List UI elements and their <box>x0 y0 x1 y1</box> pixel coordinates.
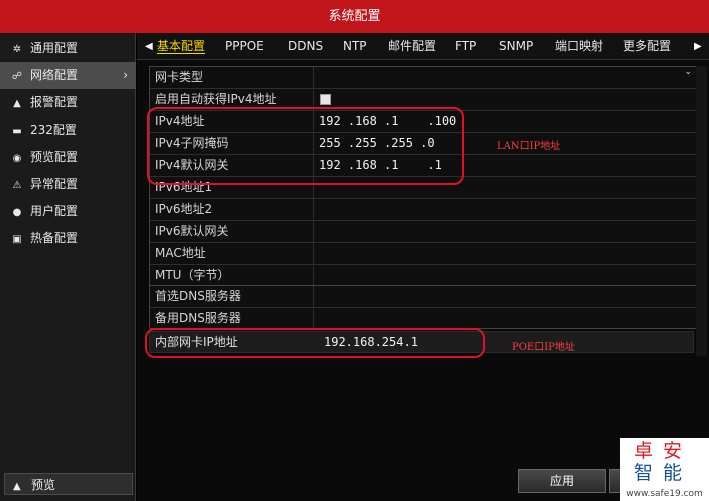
gear-icon: ✲ <box>12 44 22 55</box>
chevron-down-icon[interactable]: ⌄ <box>684 67 692 77</box>
tab-scroll-right-icon[interactable]: ▶ <box>694 33 702 60</box>
ipv6-address2-row: IPv6地址2 <box>150 199 698 221</box>
mtu-row: MTU（字节） <box>150 265 698 287</box>
ipv6-address2-label: IPv6地址2 <box>155 202 213 216</box>
users-icon: ● <box>12 207 22 218</box>
mac-row: MAC地址 <box>150 243 698 265</box>
network-icon: ☍ <box>11 71 23 82</box>
dns-panel: 首选DNS服务器 备用DNS服务器 <box>149 285 699 329</box>
sidebar-item-label: 报警配置 <box>30 95 79 109</box>
nic-type-label: 网卡类型 <box>155 70 204 84</box>
preview-button[interactable]: ▲ 预览 <box>4 473 133 495</box>
mtu-label: MTU（字节） <box>155 268 230 282</box>
dns-primary-row: 首选DNS服务器 <box>150 286 698 308</box>
watermark-line2: 智能 <box>634 462 693 484</box>
sidebar-item-label: 预览配置 <box>30 150 79 164</box>
ipv6-address2-input[interactable] <box>313 199 698 220</box>
watermark-logo: 卓安 智能 www.safe19.com <box>620 438 709 501</box>
dns-secondary-row: 备用DNS服务器 <box>150 308 698 330</box>
sidebar-item-exception[interactable]: ⚠ 异常配置 <box>0 171 136 198</box>
hotspare-icon: ▣ <box>12 234 22 245</box>
form-scrollbar[interactable] <box>696 66 707 356</box>
tab-basic[interactable]: 基本配置 <box>157 33 205 60</box>
window-title: 系统配置 <box>0 0 709 33</box>
poe-annotation: POE口IP地址 <box>512 342 575 353</box>
tab-more[interactable]: 更多配置 <box>623 33 671 60</box>
ipv6-gateway-input[interactable] <box>313 221 698 242</box>
sidebar-item-hotspare[interactable]: ▣ 热备配置 <box>0 225 136 252</box>
sidebar-item-alarm[interactable]: ▲ 报警配置 <box>0 89 136 116</box>
tab-pppoe[interactable]: PPPOE <box>225 33 264 60</box>
alarm-icon: ▲ <box>13 98 21 109</box>
sidebar-item-label: 热备配置 <box>30 231 79 245</box>
dns-secondary-input[interactable] <box>313 308 698 329</box>
sidebar-item-preview[interactable]: ◉ 预览配置 <box>0 144 136 171</box>
apply-button[interactable]: 应用 <box>518 469 606 493</box>
warning-icon: ⚠ <box>12 180 22 191</box>
mtu-input[interactable] <box>313 265 698 286</box>
watermark-url: www.safe19.com <box>626 489 703 499</box>
nic-type-row: 网卡类型 ⌄ <box>150 67 698 89</box>
watermark-text: 卓安 智能 <box>634 440 704 484</box>
sidebar: ✲ 通用配置 ☍ 网络配置 › ▲ 报警配置 ▬ 232配置 ◉ 预览配置 ⚠ 异常配置 ●… <box>0 33 136 501</box>
dns-secondary-label: 备用DNS服务器 <box>155 311 241 325</box>
chevron-right-icon: › <box>123 68 128 82</box>
tab-bar: ◀ 基本配置 PPPOE DDNS NTP 邮件配置 FTP SNMP 端口映射… <box>137 33 709 60</box>
sidebar-item-label: 通用配置 <box>30 41 79 55</box>
lan-annotation: LAN口IP地址 <box>497 141 561 152</box>
sidebar-item-label: 网络配置 <box>30 68 79 82</box>
sidebar-item-network[interactable]: ☍ 网络配置 › <box>0 62 136 89</box>
dns-primary-input[interactable] <box>313 286 698 307</box>
tab-email[interactable]: 邮件配置 <box>388 33 436 60</box>
poe-highlight-box <box>145 328 485 358</box>
nic-type-select[interactable] <box>313 67 698 88</box>
mac-value <box>313 243 698 264</box>
main-panel: ◀ 基本配置 PPPOE DDNS NTP 邮件配置 FTP SNMP 端口映射… <box>137 33 709 501</box>
tab-port-mapping[interactable]: 端口映射 <box>555 33 603 60</box>
eye-icon: ◉ <box>12 153 22 164</box>
sidebar-item-label: 232配置 <box>30 123 77 137</box>
tab-snmp[interactable]: SNMP <box>499 33 533 60</box>
tab-ftp[interactable]: FTP <box>455 33 476 60</box>
tab-scroll-left-icon[interactable]: ◀ <box>145 33 153 60</box>
sidebar-item-label: 异常配置 <box>30 177 79 191</box>
sidebar-item-label: 用户配置 <box>30 204 79 218</box>
preview-button-label: 预览 <box>31 478 56 492</box>
sidebar-item-users[interactable]: ● 用户配置 <box>0 198 136 225</box>
dhcp-checkbox[interactable] <box>320 94 331 105</box>
sidebar-item-general[interactable]: ✲ 通用配置 <box>0 35 136 62</box>
mac-label: MAC地址 <box>155 246 206 260</box>
watermark-line1: 卓安 <box>634 440 693 462</box>
ipv6-gateway-row: IPv6默认网关 <box>150 221 698 243</box>
tab-ntp[interactable]: NTP <box>343 33 367 60</box>
ipv6-gateway-label: IPv6默认网关 <box>155 224 229 238</box>
lan-highlight-box <box>147 107 464 185</box>
tab-ddns[interactable]: DDNS <box>288 33 323 60</box>
home-icon: ▲ <box>13 481 21 492</box>
serial-icon: ▬ <box>12 126 22 137</box>
dns-primary-label: 首选DNS服务器 <box>155 289 241 303</box>
sidebar-item-serial[interactable]: ▬ 232配置 <box>0 117 136 144</box>
